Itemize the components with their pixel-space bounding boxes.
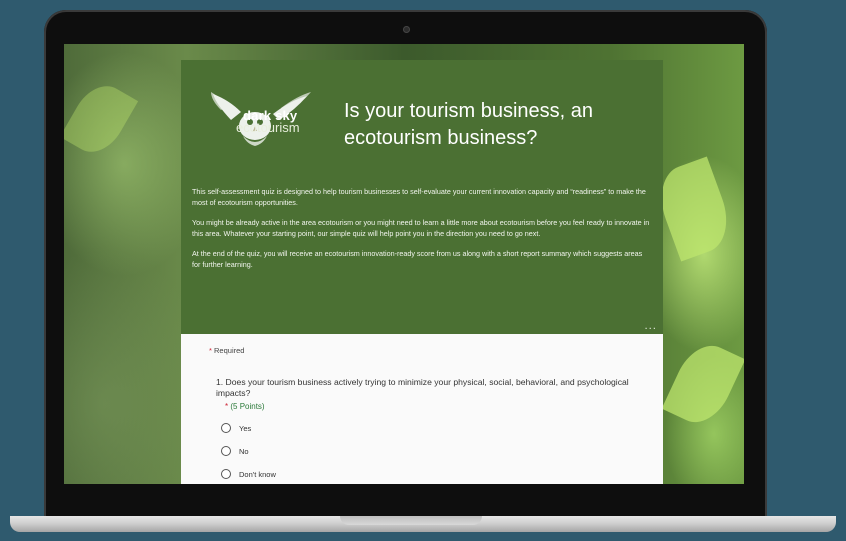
points-required-star: * [225,402,229,411]
leaf-decoration [650,156,738,262]
required-note: * Required [209,346,244,355]
radio-circle-icon[interactable] [221,423,231,433]
laptop-lid: dark sky ecotourism Is your tourism busi… [44,10,767,518]
description-paragraph: At the end of the quiz, you will receive… [192,249,643,269]
laptop-notch [340,516,482,525]
form-title: Is your tourism business, an ecotourism … [344,100,593,149]
radio-circle-icon[interactable] [221,469,231,479]
option-label: Yes [239,423,252,433]
camera-icon [403,26,410,33]
option-dont-know[interactable]: Don't know [221,469,276,479]
form-description: This self-assessment quiz is designed to… [192,186,652,279]
leaf-decoration [661,336,744,432]
option-label: Don't know [239,469,276,479]
leaf-decoration [64,76,139,162]
screen: dark sky ecotourism Is your tourism busi… [64,44,744,484]
option-label: No [239,446,249,456]
required-star: * [209,346,212,355]
form-header: dark sky ecotourism Is your tourism busi… [181,60,663,334]
required-label: Required [214,346,245,355]
more-dots-icon[interactable]: ... [644,321,657,332]
option-yes[interactable]: Yes [221,423,251,433]
description-paragraph: This self-assessment quiz is designed to… [192,187,646,207]
option-no[interactable]: No [221,446,249,456]
form-body: * Required 1. Does your tourism business… [181,334,663,484]
radio-circle-icon[interactable] [221,446,231,456]
description-paragraph: You might be already active in the area … [192,218,650,238]
question-points: * (5 Points) [225,402,265,411]
logo-text-ecotourism: ecotourism [236,120,300,135]
question-text: 1. Does your tourism business actively t… [216,377,629,398]
points-label: (5 Points) [230,402,265,411]
